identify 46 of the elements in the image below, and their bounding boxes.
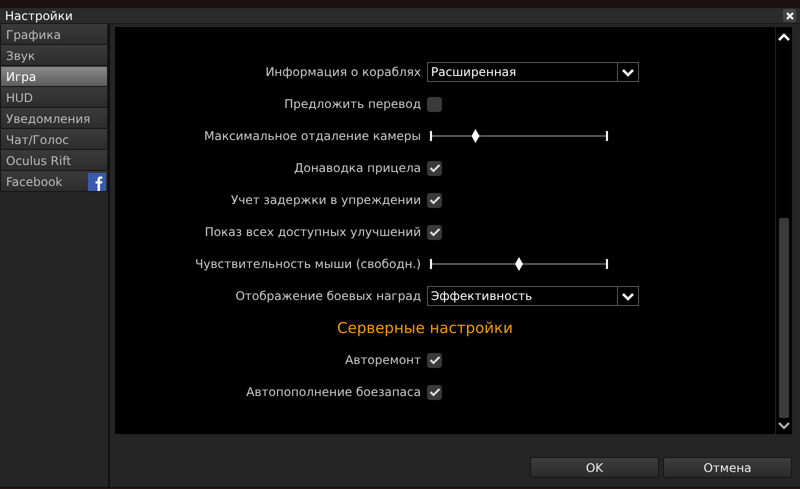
dropdown[interactable]: Расширенная xyxy=(427,62,639,82)
checkmark-icon xyxy=(428,195,440,205)
close-button[interactable] xyxy=(783,9,796,22)
setting-label: Предложить перевод xyxy=(283,97,422,111)
dialog-button[interactable]: Отмена xyxy=(663,457,792,478)
sidebar-item[interactable]: HUD xyxy=(0,87,108,108)
chevron-down-icon xyxy=(621,292,635,300)
setting-label: Показ всех доступных улучшений xyxy=(204,225,422,239)
chevron-down-icon xyxy=(621,68,635,76)
checkmark-icon xyxy=(428,355,440,365)
setting-label: Чувствительность мыши (свободн.) xyxy=(194,257,422,271)
checkmark-icon xyxy=(428,163,440,173)
slider-thumb[interactable] xyxy=(515,257,523,271)
sidebar-item[interactable]: Уведомления xyxy=(0,108,108,129)
scrollbar[interactable] xyxy=(775,27,792,434)
close-icon xyxy=(786,12,794,20)
sidebar-item[interactable]: Чат/Голос xyxy=(0,129,108,150)
sidebar-item[interactable]: Игра xyxy=(0,66,108,87)
checkbox[interactable] xyxy=(427,192,442,208)
scroll-down-icon[interactable] xyxy=(778,422,790,430)
sidebar-item[interactable]: Facebook xyxy=(0,171,108,192)
checkbox[interactable] xyxy=(427,352,442,368)
checkbox[interactable] xyxy=(427,160,442,176)
checkmark-icon xyxy=(428,227,440,237)
dropdown[interactable]: Эффективность xyxy=(427,286,639,306)
section-heading: Серверные настройки xyxy=(336,319,514,337)
facebook-icon xyxy=(88,172,106,190)
sidebar-item[interactable]: Звук xyxy=(0,45,108,66)
sidebar-item[interactable]: Oculus Rift xyxy=(0,150,108,171)
setting-label: Донаводка прицела xyxy=(293,161,422,175)
setting-label: Отображение боевых наград xyxy=(234,289,422,303)
slider-thumb[interactable] xyxy=(472,129,480,143)
scroll-thumb[interactable] xyxy=(779,218,789,418)
window-title: Настройки xyxy=(5,8,73,22)
dialog-button[interactable]: OK xyxy=(530,457,659,478)
setting-label: Авторемонт xyxy=(344,353,422,367)
setting-label: Максимальное отдаление камеры xyxy=(203,129,422,143)
setting-label: Информация о кораблях xyxy=(264,65,422,79)
checkbox[interactable] xyxy=(427,96,442,112)
setting-label: Учет задержки в упреждении xyxy=(230,193,422,207)
scroll-up-icon[interactable] xyxy=(778,33,790,41)
checkbox[interactable] xyxy=(427,384,442,400)
checkmark-icon xyxy=(428,387,440,397)
sidebar-item[interactable]: Графика xyxy=(0,24,108,45)
checkbox[interactable] xyxy=(427,224,442,240)
setting-label: Автопополнение боезапаса xyxy=(245,385,422,399)
